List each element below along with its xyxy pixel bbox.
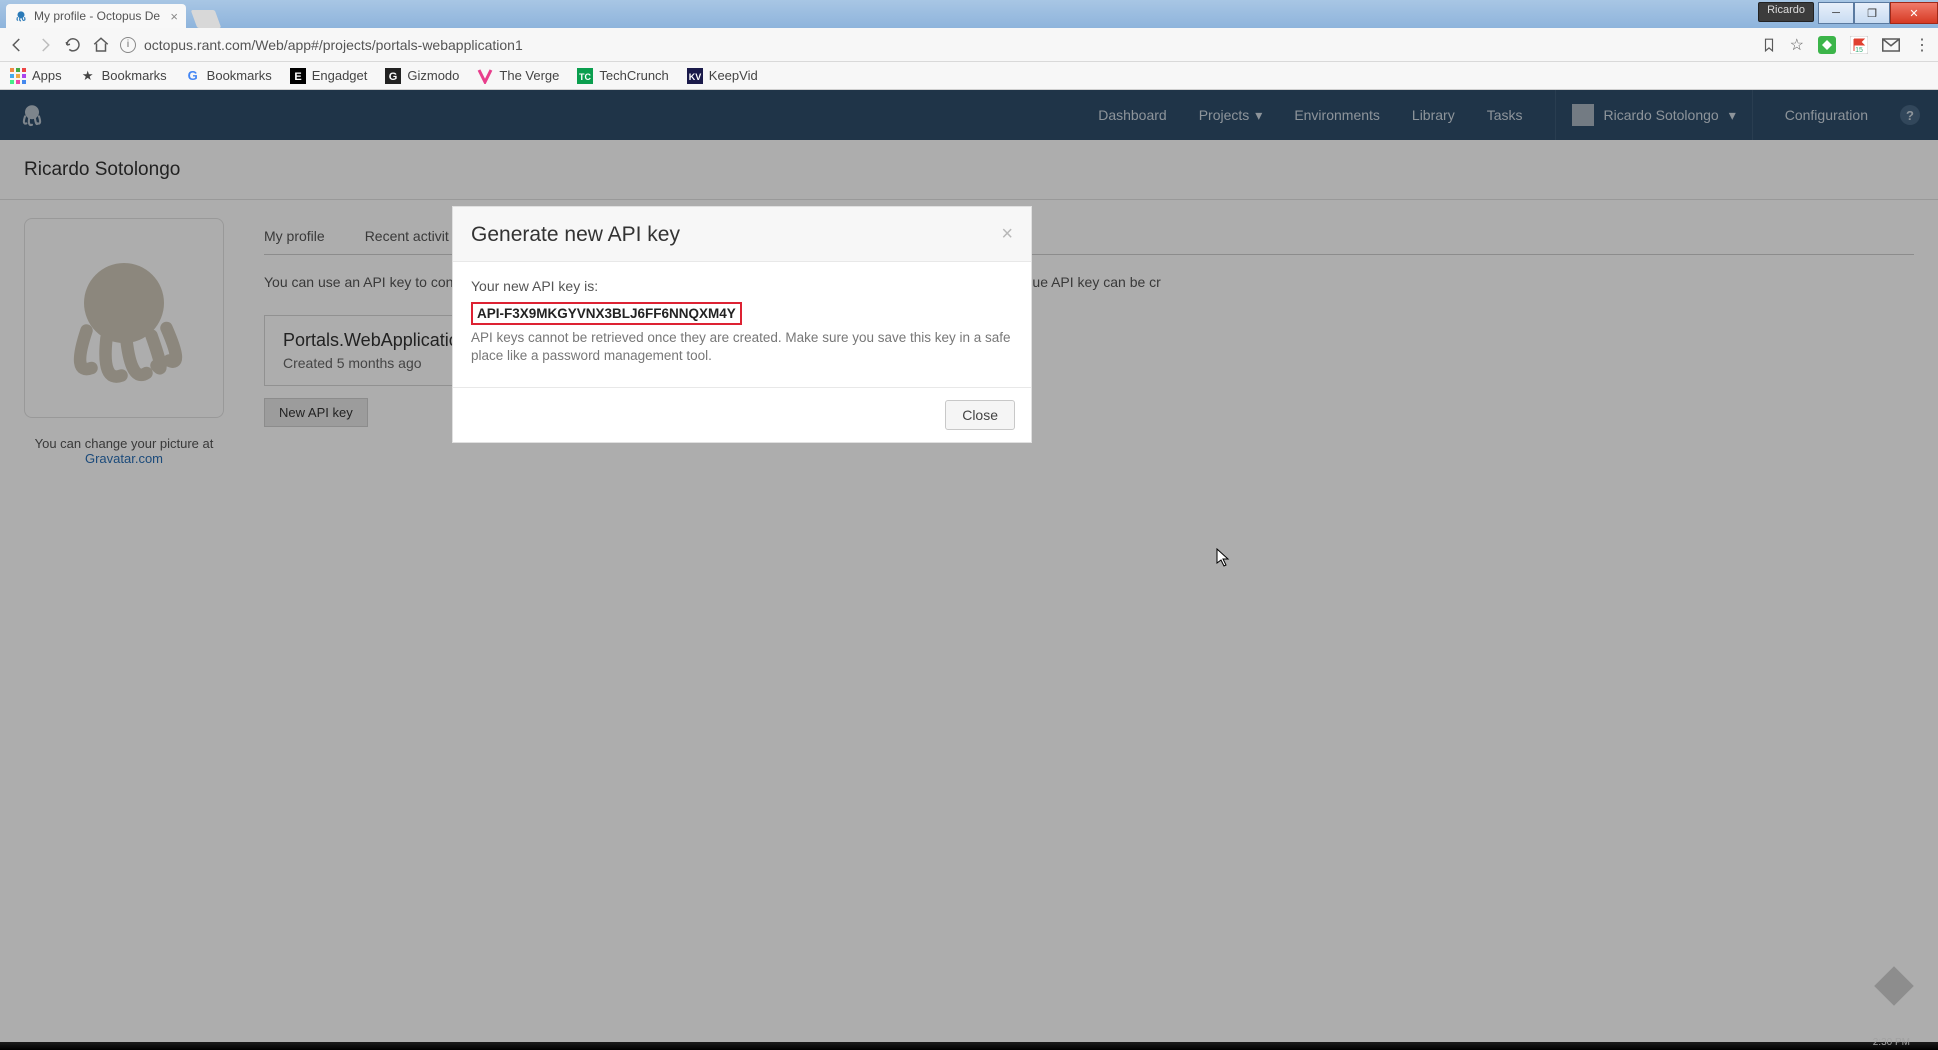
extension-green-icon[interactable] [1818, 36, 1836, 54]
windows-titlebar: My profile - Octopus De × Ricardo ─ ❐ ✕ [0, 0, 1938, 28]
apps-grid-icon [10, 68, 26, 84]
bookmark-item[interactable]: TCTechCrunch [577, 68, 668, 84]
star-icon: ★ [80, 68, 96, 84]
verge-icon [477, 68, 493, 84]
modal-close-button[interactable]: Close [945, 400, 1015, 430]
page-viewport: Dashboard Projects▾ Environments Library… [0, 90, 1938, 1050]
svg-text:E: E [294, 71, 301, 83]
gizmodo-icon: G [385, 68, 401, 84]
window-maximize-button[interactable]: ❐ [1854, 2, 1890, 24]
chrome-menu-icon[interactable]: ⋮ [1914, 35, 1930, 55]
modal-header: Generate new API key × [453, 207, 1031, 262]
browser-tab-title: My profile - Octopus De [34, 9, 160, 23]
bookmark-item[interactable]: KVKeepVid [687, 68, 758, 84]
modal-close-icon[interactable]: × [1001, 223, 1013, 246]
tab-close-icon[interactable]: × [170, 9, 178, 24]
svg-text:G: G [389, 71, 398, 83]
modal-title: Generate new API key [471, 223, 680, 247]
svg-text:KV: KV [689, 72, 702, 82]
bookmark-item[interactable]: EEngadget [290, 68, 368, 84]
bookmark-item[interactable]: GGizmodo [385, 68, 459, 84]
window-minimize-button[interactable]: ─ [1818, 2, 1854, 24]
octopus-favicon-icon [14, 9, 28, 23]
mouse-cursor-icon [1216, 548, 1230, 568]
home-button[interactable] [92, 36, 110, 54]
reload-button[interactable] [64, 36, 82, 54]
bookmark-star-icon[interactable]: ☆ [1790, 35, 1804, 55]
browser-toolbar: i octopus.rant.com/Web/app#/projects/por… [0, 28, 1938, 62]
address-bar[interactable]: i octopus.rant.com/Web/app#/projects/por… [120, 37, 1752, 53]
techcrunch-icon: TC [577, 68, 593, 84]
bookmark-item[interactable]: GBookmarks [185, 68, 272, 84]
engadget-icon: E [290, 68, 306, 84]
forward-button[interactable] [36, 36, 54, 54]
bookmark-item[interactable]: ★Bookmarks [80, 68, 167, 84]
browser-tab-strip: My profile - Octopus De × [0, 0, 218, 28]
api-key-modal: Generate new API key × Your new API key … [452, 206, 1032, 443]
svg-text:TC: TC [579, 72, 591, 82]
extension-flag-icon[interactable]: 15 [1850, 36, 1868, 54]
google-g-icon: G [185, 68, 201, 84]
mail-icon[interactable] [1882, 38, 1900, 52]
windows-user-badge: Ricardo [1758, 2, 1814, 22]
site-info-icon[interactable]: i [120, 37, 136, 53]
window-close-button[interactable]: ✕ [1890, 2, 1938, 24]
bookmark-item[interactable]: The Verge [477, 68, 559, 84]
save-page-icon[interactable] [1762, 37, 1776, 53]
keepvid-icon: KV [687, 68, 703, 84]
modal-body: Your new API key is: API-F3X9MKGYVNX3BLJ… [453, 262, 1031, 387]
api-key-value[interactable]: API-F3X9MKGYVNX3BLJ6FF6NNQXM4Y [471, 302, 742, 325]
url-text: octopus.rant.com/Web/app#/projects/porta… [144, 37, 523, 53]
modal-intro-text: Your new API key is: [471, 278, 1013, 294]
back-button[interactable] [8, 36, 26, 54]
browser-tab-active[interactable]: My profile - Octopus De × [6, 4, 186, 28]
apps-button[interactable]: Apps [10, 68, 62, 84]
new-tab-button[interactable] [191, 10, 222, 28]
modal-help-text: API keys cannot be retrieved once they a… [471, 329, 1013, 365]
apps-label: Apps [32, 68, 62, 83]
bookmarks-bar: Apps ★Bookmarks GBookmarks EEngadget GGi… [0, 62, 1938, 90]
modal-footer: Close [453, 387, 1031, 442]
svg-text:15: 15 [1855, 47, 1863, 54]
